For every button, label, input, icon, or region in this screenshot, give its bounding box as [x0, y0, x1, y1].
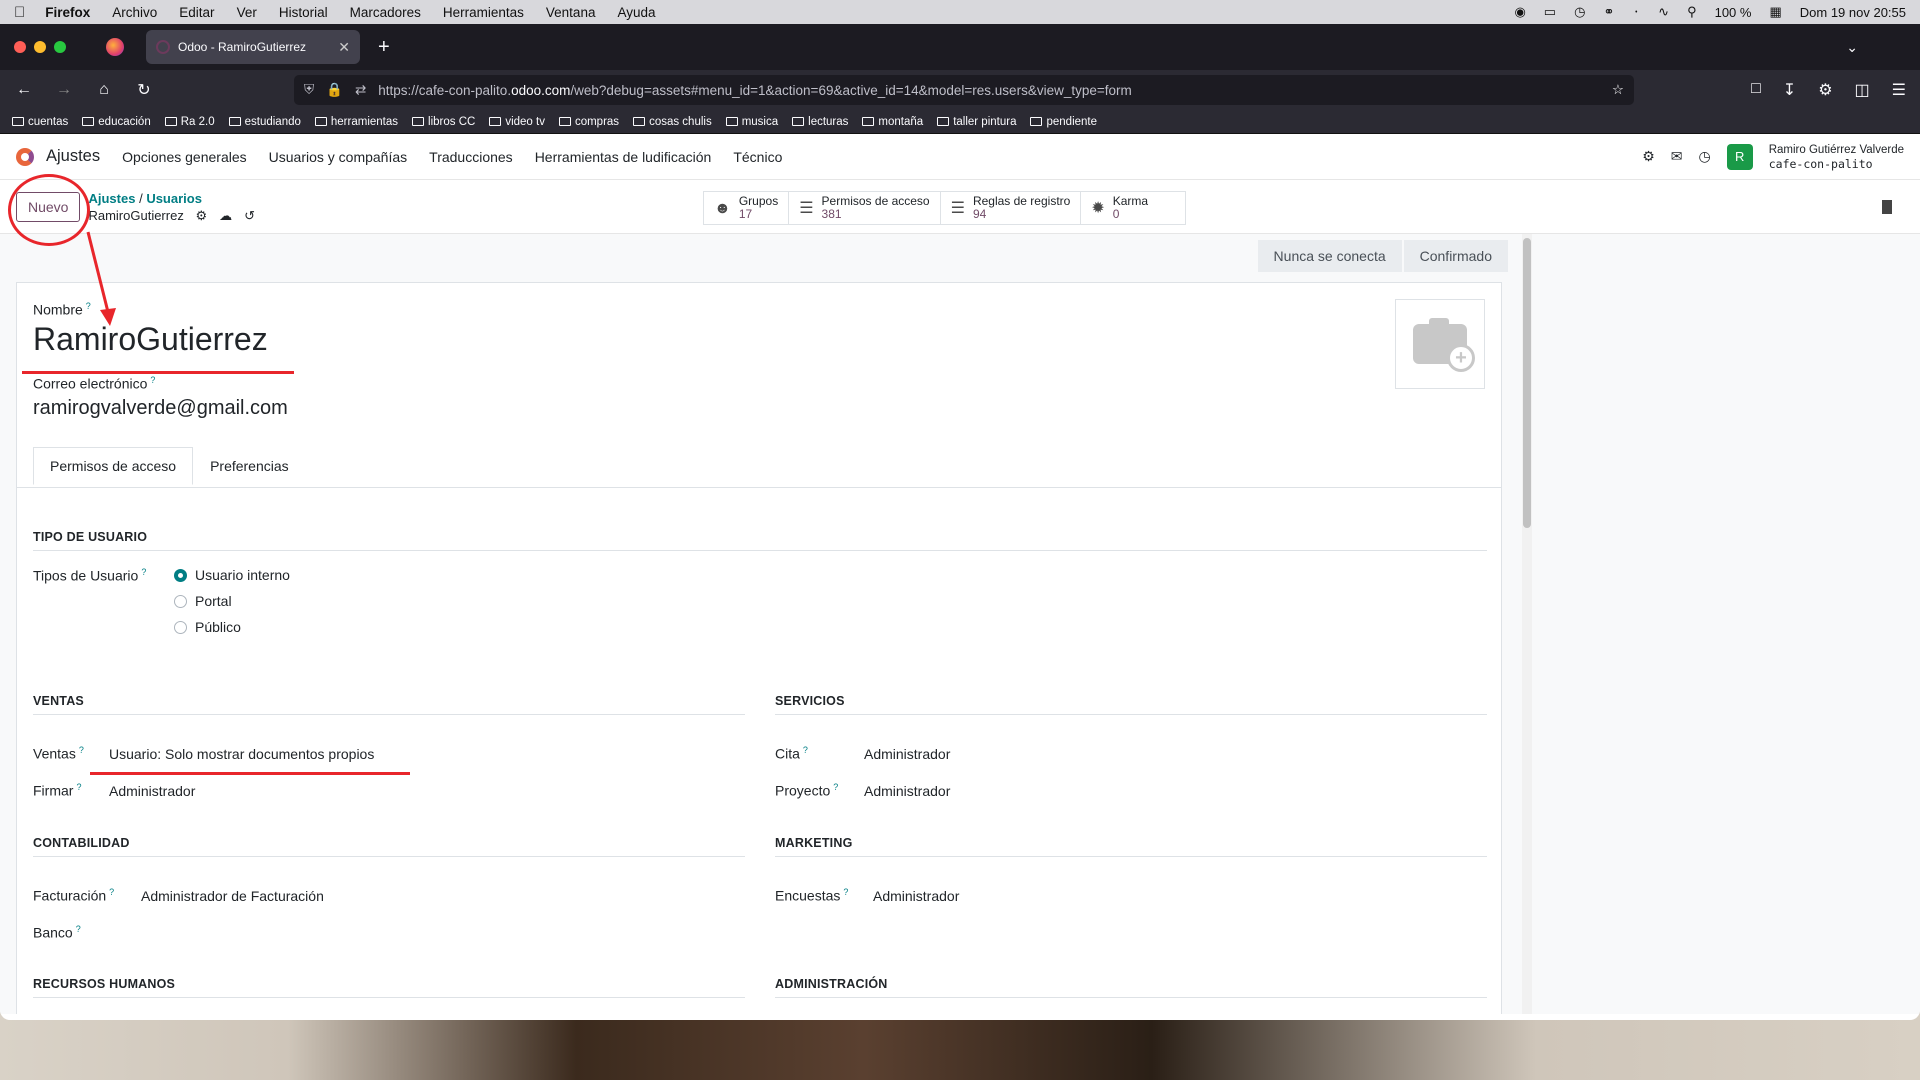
annotation-arrow-line: [86, 231, 110, 313]
annotation-underline-ventas: [90, 772, 410, 775]
annotation-underline-name: [22, 371, 294, 374]
annotation-arrow-head: [100, 308, 116, 326]
annotation-arrow: [86, 231, 116, 326]
